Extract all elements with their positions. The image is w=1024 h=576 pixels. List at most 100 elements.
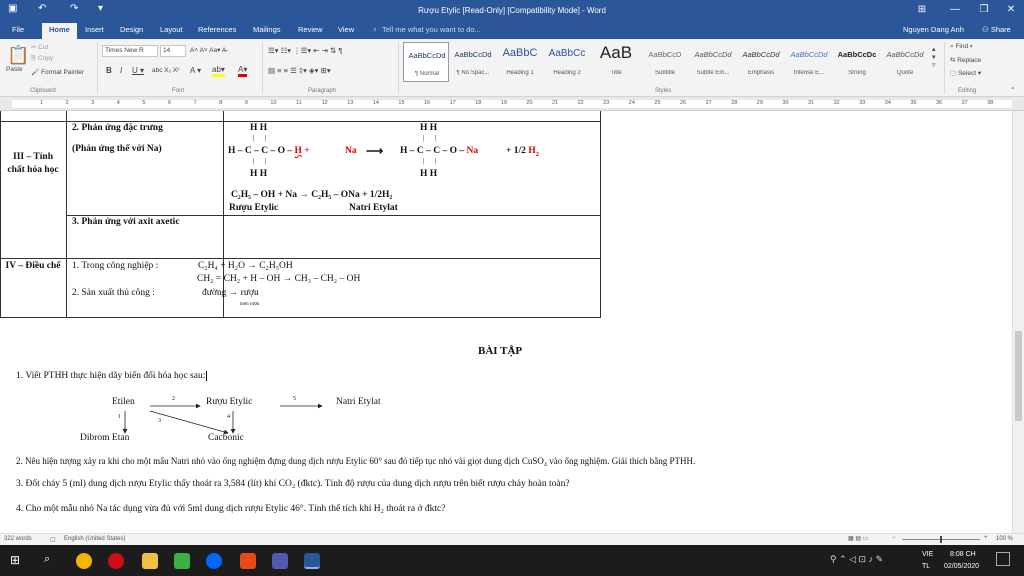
ruler-number: 37 (961, 100, 968, 106)
clock-time[interactable]: 8:08 CH (950, 551, 976, 558)
user-name[interactable]: Nguyen Dang Anh (903, 25, 964, 34)
collapse-ribbon-icon[interactable]: ⌃ (1010, 86, 1015, 94)
language-status[interactable]: English (United States) (64, 536, 125, 542)
find-button[interactable]: ⌕ Find ▾ (950, 43, 973, 51)
italic-button[interactable]: I (120, 66, 122, 75)
cut-button[interactable]: ✂ Cut (31, 43, 48, 51)
node-cacbonic: Cacbonic (208, 433, 244, 443)
tab-insert[interactable]: Insert (85, 25, 104, 34)
chrome-icon[interactable] (76, 553, 92, 569)
opera-icon[interactable] (108, 553, 124, 569)
find-label: Find (955, 43, 969, 50)
underline-button[interactable]: U ▾ (132, 66, 144, 75)
node-natri-etylat: Natri Etylat (336, 397, 381, 407)
ruler-number: 24 (628, 100, 635, 106)
font-name-select[interactable]: Times New R (102, 45, 158, 57)
bold-button[interactable]: B (106, 66, 112, 75)
copy-label: Copy (38, 55, 54, 62)
office-icon[interactable] (240, 553, 256, 569)
style-name: Title (610, 70, 622, 76)
node-ruou-etylic: Rượu Etylic (206, 397, 253, 407)
style-heading-1[interactable]: AaBbC Heading 1 (497, 42, 543, 82)
node-etilen: Etilen (112, 397, 135, 407)
style-strong[interactable]: AaBbCcDc Strong (834, 42, 880, 82)
replace-button[interactable]: ⇆ Replace (950, 56, 981, 64)
ruler-number: 28 (731, 100, 738, 106)
zoom-out-icon[interactable]: − (892, 535, 896, 541)
editing-group-label: Editing (958, 88, 977, 94)
strike-sub-sup-icons[interactable]: abc X₂ X² (152, 67, 179, 74)
input-language[interactable]: VIE (922, 551, 933, 558)
horizontal-ruler[interactable]: 1 2 3 4 5 6 7 8 9 10 11 12 13 14 15 16 17 18 19 20 21 22 23 24 2… (0, 97, 1024, 111)
ruler-number: 20 (526, 100, 533, 106)
font-grow-shrink-icons[interactable]: A˄ A˅ Aa▾ A̶ (190, 46, 226, 54)
font-size-select[interactable]: 14 (160, 45, 186, 57)
paste-icon[interactable]: 📋 (7, 45, 29, 66)
zoom-slider-thumb[interactable] (940, 536, 942, 543)
step-label-4: 4 (227, 414, 230, 420)
format-painter-label: Format Painter (41, 69, 85, 76)
cut-label: Cut (38, 44, 49, 51)
document-page[interactable]: III – Tính chất hóa học 2. Phản ứng đặc … (0, 111, 1012, 533)
tell-me-input[interactable]: Tell me what you want to do... (382, 25, 481, 34)
highlight-icon[interactable]: ab▾ (212, 65, 225, 77)
windows-start-icon[interactable]: ⊞ (10, 553, 20, 567)
style-title[interactable]: AaB Title (593, 42, 639, 82)
tab-design[interactable]: Design (120, 25, 143, 34)
question-3: 3. Đốt cháy 5 (ml) dung dịch rượu Etylic… (16, 479, 570, 489)
style-subtitle[interactable]: AaBbCcD Subtitle (642, 42, 688, 82)
style-emphasis[interactable]: AaBbCcDd Emphasis (738, 42, 784, 82)
zoom-level[interactable]: 100 % (996, 536, 1013, 542)
format-painter-button[interactable]: 🖌 Format Painter (31, 68, 84, 76)
list-buttons[interactable]: ☰▾ ☷▾ ⋮☰▾ ⇤ ⇥ ⇅ ¶ (268, 46, 342, 55)
tab-view[interactable]: View (338, 25, 354, 34)
clock-date[interactable]: 02/05/2020 (944, 563, 979, 570)
clipboard-group-label: Clipboard (30, 88, 56, 94)
zoom-in-icon[interactable]: + (984, 535, 988, 541)
tab-references[interactable]: References (198, 25, 236, 34)
search-icon[interactable]: ⌕ (44, 553, 50, 566)
separator (97, 42, 98, 94)
tab-home[interactable]: Home (42, 23, 77, 39)
separator (944, 42, 945, 94)
ruler-number: 10 (270, 100, 277, 106)
notifications-icon[interactable] (996, 552, 1010, 566)
select-button[interactable]: ⬚ Select ▾ (950, 69, 981, 77)
style-subtle-emphasis[interactable]: AaBbCcDd Subtle Em... (690, 42, 736, 82)
style-sample: AaBbCcDd (742, 50, 780, 59)
ruler-number: 16 (424, 100, 431, 106)
close-button[interactable]: ✕ (994, 0, 1024, 22)
view-mode-icons[interactable]: ▦ ▤ ▭ (848, 535, 868, 542)
ribbon-tabs: File Home Insert Design Layout Reference… (0, 22, 1024, 39)
style-normal[interactable]: AaBbCcDd ¶ Normal (403, 42, 449, 82)
tab-review[interactable]: Review (298, 25, 323, 34)
input-method[interactable]: TL (922, 563, 930, 570)
zalo-icon[interactable] (206, 553, 222, 569)
system-tray-icons[interactable]: ⚲ ⌃ ◁ ⊡ ♪ ✎ (830, 554, 883, 565)
ribbon-display-icon[interactable]: ⊞ (905, 0, 939, 22)
style-sample: AaBbCcDd (454, 50, 492, 59)
question-4: 4. Cho một mẫu nhỏ Na tác dụng vừa đủ vớ… (16, 504, 446, 514)
styles-scroll-icons[interactable]: ▴ ▾ ▿ (932, 45, 936, 69)
tab-file[interactable]: File (12, 25, 24, 34)
style-quote[interactable]: AaBbCcDd Quote (882, 42, 928, 82)
tab-layout[interactable]: Layout (160, 25, 183, 34)
scrollbar-thumb[interactable] (1015, 331, 1022, 421)
word-count[interactable]: 322 words (4, 536, 32, 542)
share-button[interactable]: ⚇ Share (982, 25, 1011, 34)
text-effects-icon[interactable]: A ▾ (190, 66, 201, 75)
file-explorer-icon[interactable] (142, 553, 158, 569)
word-taskbar-icon[interactable] (304, 553, 320, 569)
app-icon[interactable] (174, 553, 190, 569)
tab-mailings[interactable]: Mailings (253, 25, 281, 34)
style-heading-2[interactable]: AaBbCc Heading 2 (544, 42, 590, 82)
style-intense-emphasis[interactable]: AaBbCcDd Intense E... (786, 42, 832, 82)
teams-icon[interactable] (272, 553, 288, 569)
style-no-spacing[interactable]: AaBbCcDd ¶ No Spac... (450, 42, 496, 82)
copy-button[interactable]: ⎘ Copy (31, 55, 53, 63)
paste-button[interactable]: Paste (6, 66, 23, 73)
font-color-icon[interactable]: A▾ (238, 65, 248, 77)
proofing-icon[interactable]: ▢ (50, 536, 56, 543)
alignment-buttons[interactable]: ▤ ≡ ≡ ☰ ‡▾ ◈▾ ⊞▾ (268, 66, 331, 75)
vertical-scrollbar[interactable] (1012, 111, 1024, 533)
